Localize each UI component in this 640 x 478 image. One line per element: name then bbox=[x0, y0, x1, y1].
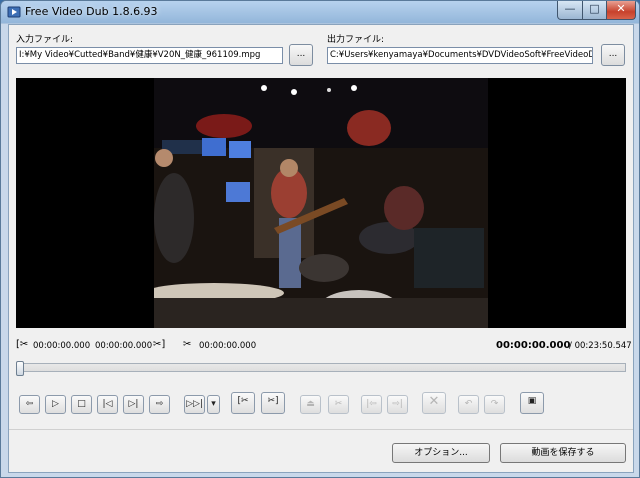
undo-button[interactable]: ↶ bbox=[458, 395, 479, 414]
skip-button[interactable]: ▷▷| bbox=[184, 395, 205, 414]
minimize-button[interactable]: — bbox=[557, 1, 583, 20]
disabled-tool-2-button[interactable]: ✂ bbox=[328, 395, 349, 414]
selection-end-time: 00:00:00.000 bbox=[95, 341, 153, 351]
title-bar[interactable]: Free Video Dub 1.8.6.93 — □ ✕ bbox=[1, 1, 639, 23]
play-button[interactable]: ▷ bbox=[45, 395, 66, 414]
prev-frame-button[interactable]: ⇦ bbox=[19, 395, 40, 414]
stop-button[interactable]: □ bbox=[71, 395, 92, 414]
skip-dropdown-button[interactable]: ▾ bbox=[207, 395, 220, 414]
input-browse-button[interactable]: ... bbox=[289, 44, 313, 66]
total-time: / 00:23:50.547 bbox=[569, 341, 632, 351]
prev-marker-button[interactable]: |◁ bbox=[97, 395, 118, 414]
cut-marker-time: 00:00:00.000 bbox=[199, 341, 257, 351]
disabled-tool-1-button[interactable]: ⏏ bbox=[300, 395, 321, 414]
app-icon bbox=[7, 6, 21, 18]
selection-end-icon: ✂] bbox=[153, 339, 166, 350]
seek-thumb[interactable] bbox=[16, 361, 24, 376]
delete-button[interactable]: ✕ bbox=[422, 392, 446, 414]
next-marker-button[interactable]: ▷| bbox=[123, 395, 144, 414]
set-start-button[interactable]: [✂ bbox=[231, 392, 255, 414]
selection-start-icon: [✂ bbox=[16, 339, 29, 350]
separator bbox=[9, 429, 633, 430]
seek-slider[interactable] bbox=[16, 361, 626, 376]
save-video-button[interactable]: 動画を保存する bbox=[500, 443, 626, 463]
app-window: Free Video Dub 1.8.6.93 — □ ✕ 入力ファイル: I:… bbox=[0, 0, 640, 478]
preview-button[interactable]: ▣ bbox=[520, 392, 544, 414]
current-time: 00:00:00.000 bbox=[496, 340, 571, 351]
maximize-button[interactable]: □ bbox=[582, 1, 607, 20]
output-file-label: 出力ファイル: bbox=[327, 35, 385, 45]
options-button[interactable]: オプション... bbox=[392, 443, 490, 463]
window-title: Free Video Dub 1.8.6.93 bbox=[25, 5, 158, 18]
cut-marker-icon: ✂ bbox=[183, 339, 192, 350]
set-end-button[interactable]: ✂] bbox=[261, 392, 285, 414]
disabled-tool-3-button[interactable]: |⇦ bbox=[361, 395, 382, 414]
video-preview[interactable] bbox=[16, 78, 626, 328]
input-file-field[interactable]: I:¥My Video¥Cutted¥Band¥健康¥V20N_健康_96110… bbox=[16, 47, 283, 64]
next-frame-button[interactable]: ⇨ bbox=[149, 395, 170, 414]
disabled-tool-4-button[interactable]: ⇨| bbox=[387, 395, 408, 414]
video-frame bbox=[154, 78, 488, 328]
redo-button[interactable]: ↷ bbox=[484, 395, 505, 414]
input-file-label: 入力ファイル: bbox=[16, 35, 74, 45]
selection-start-time: 00:00:00.000 bbox=[33, 341, 91, 351]
close-button[interactable]: ✕ bbox=[606, 1, 636, 20]
main-panel: 入力ファイル: I:¥My Video¥Cutted¥Band¥健康¥V20N_… bbox=[8, 24, 634, 473]
output-browse-button[interactable]: ... bbox=[601, 44, 625, 66]
output-file-field[interactable]: C:¥Users¥kenyamaya¥Documents¥DVDVideoSof… bbox=[327, 47, 593, 64]
